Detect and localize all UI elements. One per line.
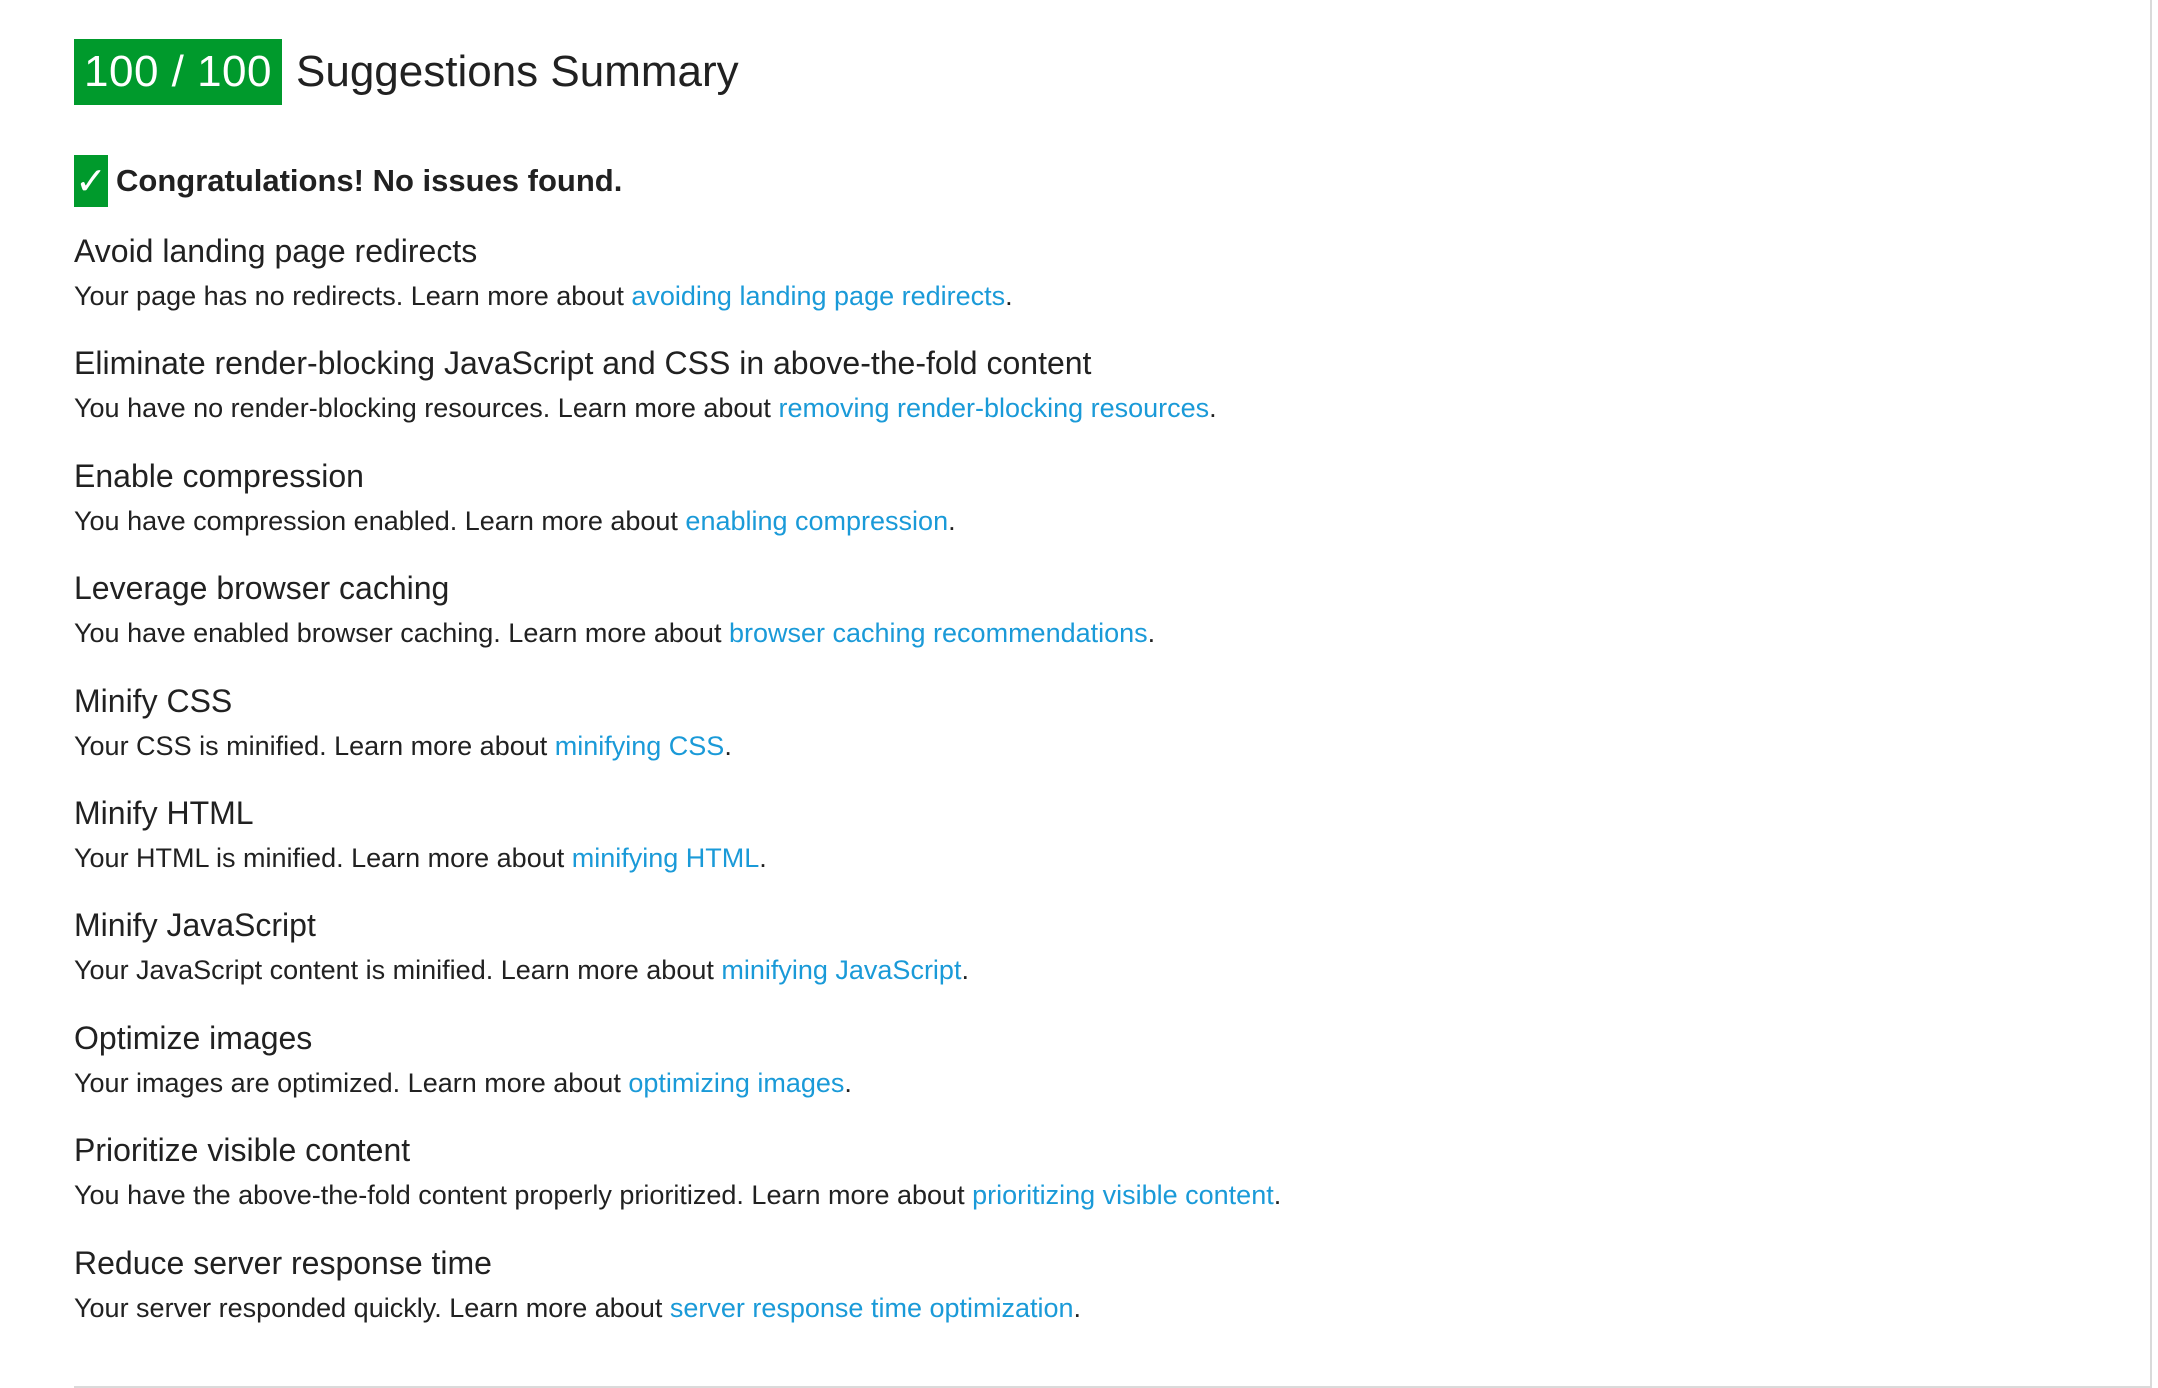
rule-description-text: Your JavaScript content is minified. Lea… bbox=[74, 955, 722, 986]
rule-learn-more-link[interactable]: minifying HTML bbox=[572, 843, 760, 873]
rule-description: Your images are optimized. Learn more ab… bbox=[74, 1063, 2114, 1103]
rule-description-suffix: . bbox=[1147, 618, 1156, 649]
rule-learn-more-link[interactable]: optimizing images bbox=[628, 1068, 844, 1098]
rule-title: Enable compression bbox=[74, 457, 364, 494]
rule-description: Your page has no redirects. Learn more a… bbox=[74, 276, 2114, 316]
rule-description-suffix: . bbox=[724, 730, 732, 761]
rule-description: You have the above-the-fold content prop… bbox=[74, 1175, 2114, 1215]
rule-description-text: You have enabled browser caching. Learn … bbox=[74, 618, 729, 649]
rule-description-text: You have compression enabled. Learn more… bbox=[74, 505, 686, 536]
rule-item: Prioritize visible content You have the … bbox=[74, 1129, 2114, 1241]
rule-learn-more-link[interactable]: server response time optimization bbox=[670, 1293, 1074, 1323]
rule-title: Minify CSS bbox=[74, 682, 233, 719]
rule-item: Enable compression You have compression … bbox=[74, 455, 2114, 567]
rule-description: Your HTML is minified. Learn more about … bbox=[74, 838, 2114, 878]
rule-item: Minify HTML Your HTML is minified. Learn… bbox=[74, 792, 2114, 904]
passed-rules-list: Avoid landing page redirects Your page h… bbox=[74, 230, 2114, 1354]
rule-title: Optimize images bbox=[74, 1019, 313, 1056]
rule-item: Optimize images Your images are optimize… bbox=[74, 1017, 2114, 1129]
rule-description-suffix: . bbox=[759, 842, 767, 873]
rule-description-suffix: . bbox=[844, 1067, 852, 1098]
rule-description: Your CSS is minified. Learn more about m… bbox=[74, 726, 2114, 766]
rule-description: Your JavaScript content is minified. Lea… bbox=[74, 950, 2114, 990]
checkmark-icon: ✓ bbox=[74, 155, 108, 207]
rule-item: Minify JavaScript Your JavaScript conten… bbox=[74, 904, 2114, 1016]
results-panel: 100 / 100 Suggestions Summary ✓ Congratu… bbox=[0, 0, 2152, 1388]
score-badge: 100 / 100 bbox=[74, 39, 282, 105]
rule-item: Minify CSS Your CSS is minified. Learn m… bbox=[74, 680, 2114, 792]
summary-header: 100 / 100 Suggestions Summary bbox=[74, 39, 739, 105]
rule-description-suffix: . bbox=[961, 955, 969, 986]
rule-description-suffix: . bbox=[948, 505, 956, 536]
rule-description-text: You have no render-blocking resources. L… bbox=[74, 393, 779, 424]
rule-title: Leverage browser caching bbox=[74, 570, 450, 607]
rule-description: You have enabled browser caching. Learn … bbox=[74, 613, 2114, 653]
rule-learn-more-link[interactable]: prioritizing visible content bbox=[972, 1180, 1274, 1210]
rule-learn-more-link[interactable]: avoiding landing page redirects bbox=[631, 281, 1005, 311]
rule-description-text: Your page has no redirects. Learn more a… bbox=[74, 281, 632, 311]
rule-item: Avoid landing page redirects Your page h… bbox=[74, 230, 2114, 342]
rule-description-suffix: . bbox=[1209, 393, 1217, 424]
rule-description-text: Your HTML is minified. Learn more about bbox=[74, 842, 572, 873]
rule-description-text: You have the above-the-fold content prop… bbox=[74, 1180, 973, 1211]
rule-description-text: Your images are optimized. Learn more ab… bbox=[74, 1067, 629, 1098]
rule-description-suffix: . bbox=[1005, 281, 1013, 311]
rule-learn-more-link[interactable]: minifying JavaScript bbox=[721, 955, 961, 985]
rule-description: You have compression enabled. Learn more… bbox=[74, 501, 2114, 541]
rule-title: Reduce server response time bbox=[74, 1244, 492, 1281]
congrats-banner: ✓ Congratulations! No issues found. bbox=[74, 155, 622, 207]
rule-learn-more-link[interactable]: enabling compression bbox=[685, 506, 948, 536]
rule-learn-more-link[interactable]: removing render-blocking resources bbox=[778, 393, 1209, 423]
congrats-message: Congratulations! No issues found. bbox=[116, 163, 623, 198]
rule-description-suffix: . bbox=[1073, 1292, 1082, 1323]
rule-item: Leverage browser caching You have enable… bbox=[74, 567, 2114, 679]
rule-description-text: Your server responded quickly. Learn mor… bbox=[74, 1292, 670, 1323]
rule-description-text: Your CSS is minified. Learn more about bbox=[74, 730, 555, 761]
rule-item: Reduce server response time Your server … bbox=[74, 1242, 2114, 1354]
rule-title: Eliminate render-blocking JavaScript and… bbox=[74, 345, 1092, 382]
rule-learn-more-link[interactable]: browser caching recommendations bbox=[729, 618, 1148, 648]
rule-title: Prioritize visible content bbox=[74, 1132, 411, 1169]
page-title: Suggestions Summary bbox=[296, 47, 739, 96]
rule-description: Your server responded quickly. Learn mor… bbox=[74, 1288, 2114, 1328]
rule-description-suffix: . bbox=[1273, 1180, 1282, 1211]
rule-learn-more-link[interactable]: minifying CSS bbox=[555, 731, 725, 761]
rule-title: Avoid landing page redirects bbox=[74, 233, 478, 269]
rule-title: Minify JavaScript bbox=[74, 907, 316, 944]
rule-item: Eliminate render-blocking JavaScript and… bbox=[74, 342, 2114, 454]
rule-title: Minify HTML bbox=[74, 794, 254, 831]
rule-description: You have no render-blocking resources. L… bbox=[74, 388, 2114, 428]
